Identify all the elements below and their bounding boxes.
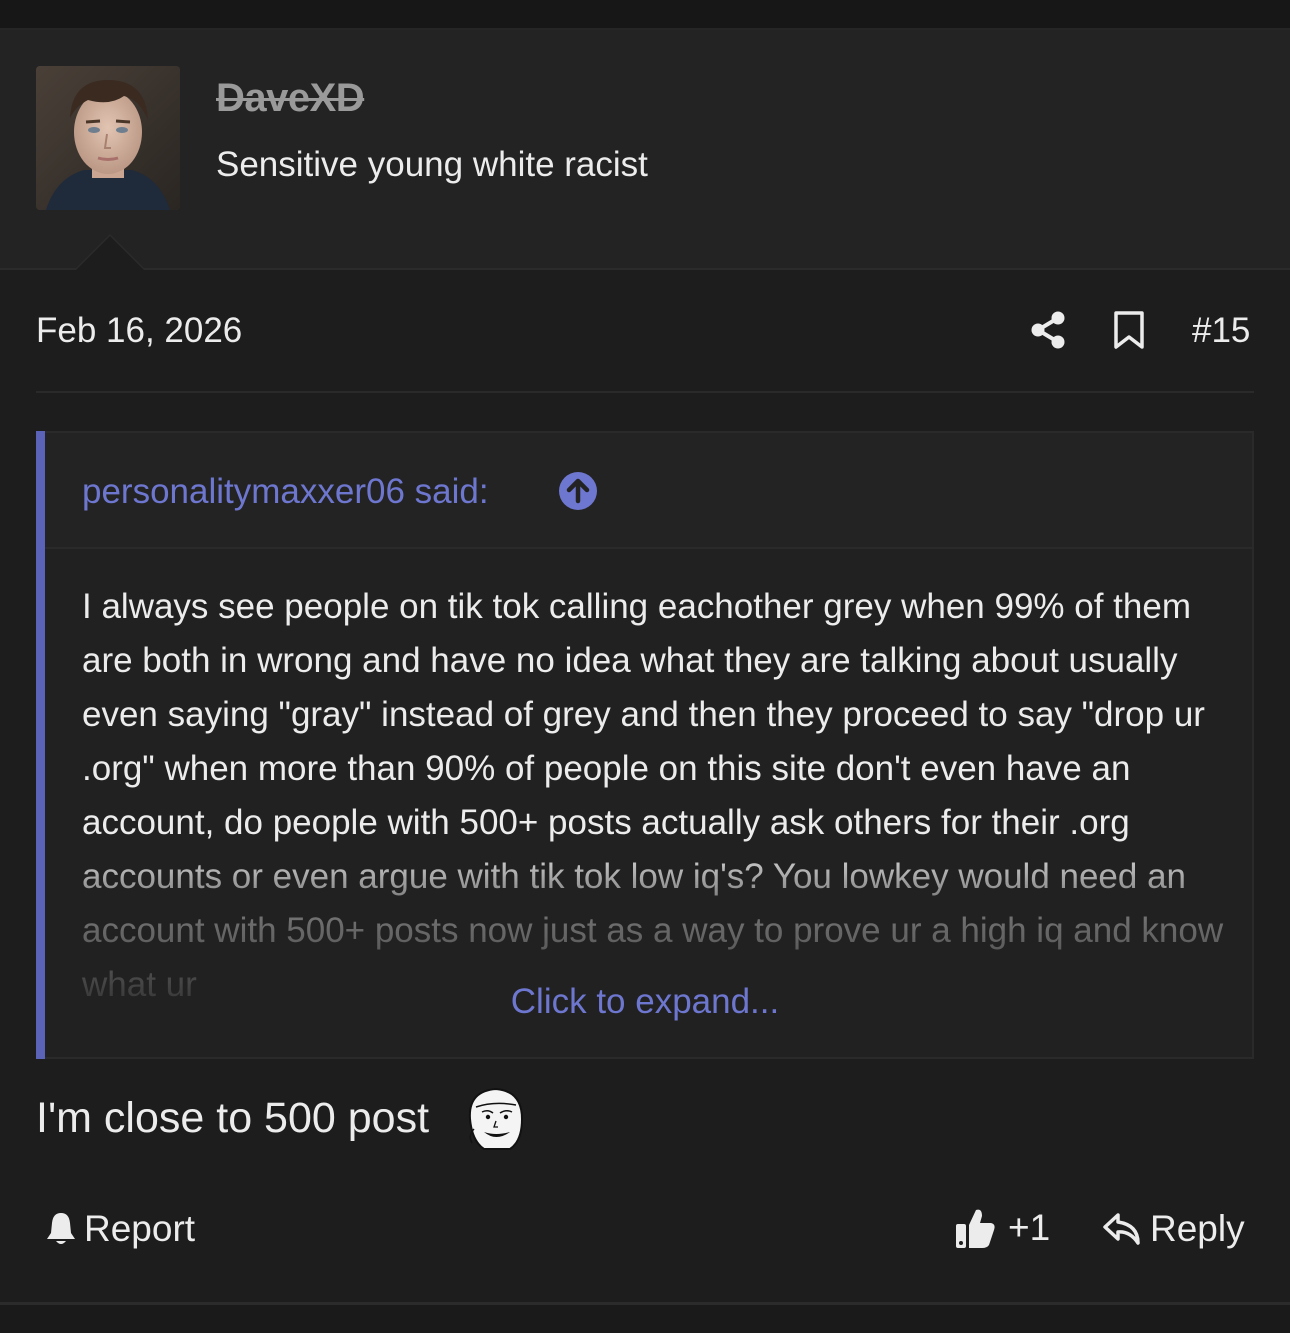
avatar-image — [36, 66, 180, 210]
arrow-up-circle-icon[interactable] — [558, 471, 598, 511]
top-bar — [0, 0, 1290, 30]
report-label: Report — [84, 1208, 196, 1249]
avatar[interactable] — [36, 66, 180, 210]
reply-button[interactable]: Reply — [1102, 1207, 1245, 1251]
reply-arrow-icon — [1103, 1213, 1140, 1245]
header-pointer — [76, 236, 144, 270]
post-message: I'm close to 500 post — [36, 1094, 430, 1142]
reply-label: Reply — [1150, 1208, 1245, 1249]
like-button[interactable]: +1 — [954, 1205, 1050, 1251]
like-count: +1 — [1008, 1207, 1051, 1248]
click-to-expand-link[interactable]: Click to expand... — [0, 982, 1290, 1022]
username[interactable]: DaveXD — [216, 76, 365, 121]
share-icon[interactable] — [1028, 310, 1068, 350]
post-number[interactable]: #15 — [1192, 311, 1250, 351]
report-button[interactable]: Report — [44, 1207, 195, 1251]
quote-author-link[interactable]: personalitymaxxer06 said: — [82, 472, 489, 512]
bookmark-icon[interactable] — [1112, 310, 1146, 350]
post-date[interactable]: Feb 16, 2026 — [36, 311, 242, 351]
thumbs-up-icon — [956, 1209, 995, 1248]
wojak-emoji-icon — [468, 1087, 524, 1150]
quote-body: I always see people on tik tok calling e… — [82, 587, 1224, 1000]
user-title: Sensitive young white racist — [216, 145, 648, 184]
meta-divider — [36, 391, 1254, 393]
quote-accent-bar — [36, 431, 45, 1059]
header-divider — [0, 268, 1290, 270]
bell-icon — [47, 1213, 75, 1244]
footer-area — [0, 1305, 1290, 1333]
